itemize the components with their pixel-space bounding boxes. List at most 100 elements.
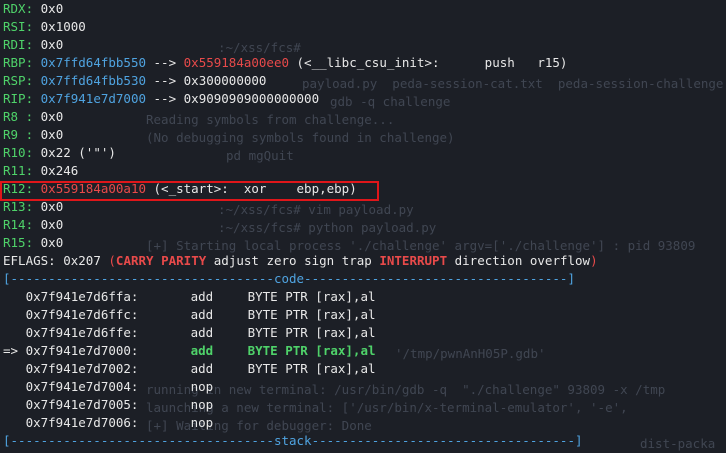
stack-separator: [-----------------------------------stac… <box>3 432 723 450</box>
code-line: 0x7f941e7d6ffc: add BYTE PTR [rax],al <box>3 306 723 324</box>
separator-left: [----------------------------------- <box>3 433 274 448</box>
code-address: 0x7f941e7d7006: <box>25 415 139 430</box>
stack-section-label: stack <box>273 433 312 448</box>
register-r12: R12: 0x559184a00a10 (<_start>: xor ebp,e… <box>3 181 357 196</box>
register-r11: R11: 0x246 <box>3 163 79 178</box>
register-name: R13 <box>3 199 26 214</box>
code-line: 0x7f941e7d6ffe: add BYTE PTR [rax],al <box>3 324 723 342</box>
register-name: R10 <box>3 145 26 160</box>
register-name: RIP <box>3 91 26 106</box>
separator-left: [----------------------------------- <box>3 271 274 286</box>
register-value: 0x0 <box>40 127 64 142</box>
code-mnemonic: nop <box>190 397 214 412</box>
register-name: RSP <box>3 73 26 88</box>
register-r14: R14: 0x0 <box>3 217 64 232</box>
register-r10: R10: 0x22 ('"') <box>3 145 116 160</box>
register-name: R15 <box>3 235 26 250</box>
code-mnemonic: nop <box>190 379 214 394</box>
code-mnemonic: add <box>190 307 214 322</box>
flag-carry: CARRY <box>115 253 154 268</box>
code-line: 0x7f941e7d7006: nop <box>3 414 723 432</box>
register-name: RDI <box>3 37 26 52</box>
register-arrow: --> <box>153 91 177 106</box>
eflags-value: 0x207 <box>63 253 101 268</box>
code-mnemonic: add <box>190 289 214 304</box>
code-line: 0x7f941e7d6ffa: add BYTE PTR [rax],al <box>3 288 723 306</box>
register-rsi: RSI: 0x1000 <box>3 19 86 34</box>
code-mnemonic: add <box>190 325 214 340</box>
code-address: 0x7f941e7d7000: <box>25 343 139 358</box>
register-address: 0x559184a00a10 <box>40 181 146 196</box>
register-rip: RIP: 0x7f941e7d7000 --> 0x90909090000000… <box>3 91 320 106</box>
register-rdi: RDI: 0x0 <box>3 37 64 52</box>
register-value: 0x1000 <box>40 19 86 34</box>
pc-marker <box>3 361 26 376</box>
pc-marker <box>3 325 26 340</box>
separator-right: -----------------------------------] <box>304 271 575 286</box>
code-address: 0x7f941e7d6ffa: <box>25 289 139 304</box>
register-rbp: RBP: 0x7ffd64fbb550 --> 0x559184a00ee0 (… <box>3 55 568 70</box>
register-detail: (<_start>: xor ebp,ebp) <box>153 181 357 196</box>
register-name: R11 <box>3 163 26 178</box>
register-address: 0x7ffd64fbb530 <box>40 73 146 88</box>
pc-marker <box>3 379 26 394</box>
register-value: 0x0 <box>40 235 64 250</box>
code-operands: BYTE PTR [rax],al <box>247 307 376 322</box>
code-mnemonic: nop <box>190 415 214 430</box>
code-mnemonic: add <box>190 343 214 358</box>
eflags-label: EFLAGS: <box>3 253 56 268</box>
code-line-current: => 0x7f941e7d7000: add BYTE PTR [rax],al <box>3 342 723 360</box>
code-address: 0x7f941e7d6ffc: <box>25 307 139 322</box>
register-name: R9 <box>3 127 26 142</box>
separator-right: -----------------------------------] <box>311 433 583 448</box>
pc-marker <box>3 397 26 412</box>
eflags-close: ) <box>590 253 598 268</box>
register-value: 0x0 <box>40 199 64 214</box>
register-rsp: RSP: 0x7ffd64fbb530 --> 0x300000000 <box>3 73 267 88</box>
pc-marker <box>3 289 26 304</box>
eflags-line: EFLAGS: 0x207 (CARRY PARITY adjust zero … <box>3 252 723 270</box>
register-name: R12 <box>3 181 26 196</box>
register-value: 0x0 <box>40 109 64 124</box>
code-line: 0x7f941e7d7002: add BYTE PTR [rax],al <box>3 360 723 378</box>
flag-interrupt: INTERRUPT <box>379 253 448 268</box>
code-separator: [-----------------------------------code… <box>3 270 723 288</box>
code-line: 0x7f941e7d7004: nop <box>3 378 723 396</box>
pc-marker: => <box>3 343 26 358</box>
register-value: 0x246 <box>40 163 79 178</box>
register-name: RBP <box>3 55 26 70</box>
flags-clear-end: direction overflow <box>454 253 591 268</box>
code-address: 0x7f941e7d7004: <box>25 379 139 394</box>
register-r15: R15: 0x0 <box>3 235 64 250</box>
code-address: 0x7f941e7d7002: <box>25 361 139 376</box>
code-operands: BYTE PTR [rax],al <box>247 361 376 376</box>
register-r13: R13: 0x0 <box>3 199 64 214</box>
register-value: 0x22 ('"') <box>40 145 116 160</box>
register-r8: R8 : 0x0 <box>3 109 64 124</box>
register-name: R8 <box>3 109 26 124</box>
register-name: RDX <box>3 1 26 16</box>
register-address: 0x7f941e7d7000 <box>40 91 146 106</box>
flag-parity: PARITY <box>161 253 207 268</box>
register-r9: R9 : 0x0 <box>3 127 64 142</box>
register-target: 0x300000000 <box>183 73 267 88</box>
register-target: 0x559184a00ee0 <box>183 55 289 70</box>
register-value: 0x0 <box>40 37 64 52</box>
flags-clear: adjust zero sign trap <box>213 253 372 268</box>
register-detail: (<__libc_csu_init>: push r15) <box>296 55 568 70</box>
gdb-peda-output: RDX: 0x0 RSI: 0x1000 RDI: 0x0 RBP: 0x7ff… <box>3 0 723 450</box>
register-address: 0x7ffd64fbb550 <box>40 55 146 70</box>
register-arrow: --> <box>153 73 177 88</box>
register-value: 0x0 <box>40 217 64 232</box>
register-arrow: --> <box>153 55 177 70</box>
code-operands: BYTE PTR [rax],al <box>247 325 376 340</box>
pc-marker <box>3 415 26 430</box>
code-address: 0x7f941e7d7005: <box>25 397 139 412</box>
code-section-label: code <box>273 271 305 286</box>
eflags-open: ( <box>108 253 116 268</box>
code-operands: BYTE PTR [rax],al <box>247 289 376 304</box>
code-mnemonic: add <box>190 361 214 376</box>
register-rdx: RDX: 0x0 <box>3 1 64 16</box>
pc-marker <box>3 307 26 322</box>
register-name: RSI <box>3 19 26 34</box>
